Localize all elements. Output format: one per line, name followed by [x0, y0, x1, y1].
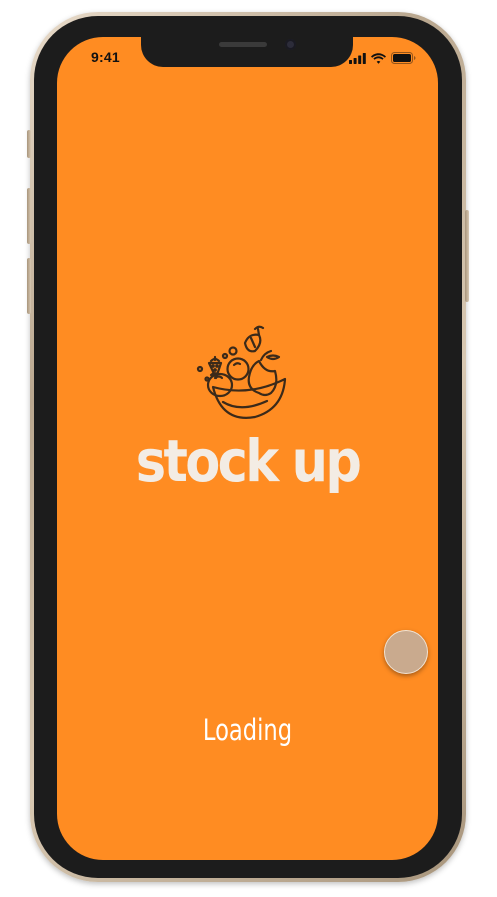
app-screen: 9:41 stock up Loading — [57, 37, 438, 860]
brand-name: stock up — [135, 427, 362, 495]
speaker-grille — [219, 42, 267, 47]
fruit-bowl-icon — [196, 325, 287, 419]
cellular-signal-icon — [349, 52, 366, 64]
battery-icon — [391, 52, 416, 64]
mute-switch — [27, 130, 31, 158]
volume-down-button — [27, 258, 31, 314]
front-camera — [285, 39, 296, 50]
power-button — [465, 210, 469, 302]
loading-text: Loading — [202, 713, 293, 747]
status-time: 9:41 — [91, 49, 120, 65]
touch-indicator — [384, 630, 428, 674]
status-icons — [349, 52, 416, 64]
notch — [141, 37, 353, 67]
volume-up-button — [27, 188, 31, 244]
wifi-icon — [371, 52, 386, 64]
phone-frame: 9:41 stock up Loading — [27, 12, 469, 882]
